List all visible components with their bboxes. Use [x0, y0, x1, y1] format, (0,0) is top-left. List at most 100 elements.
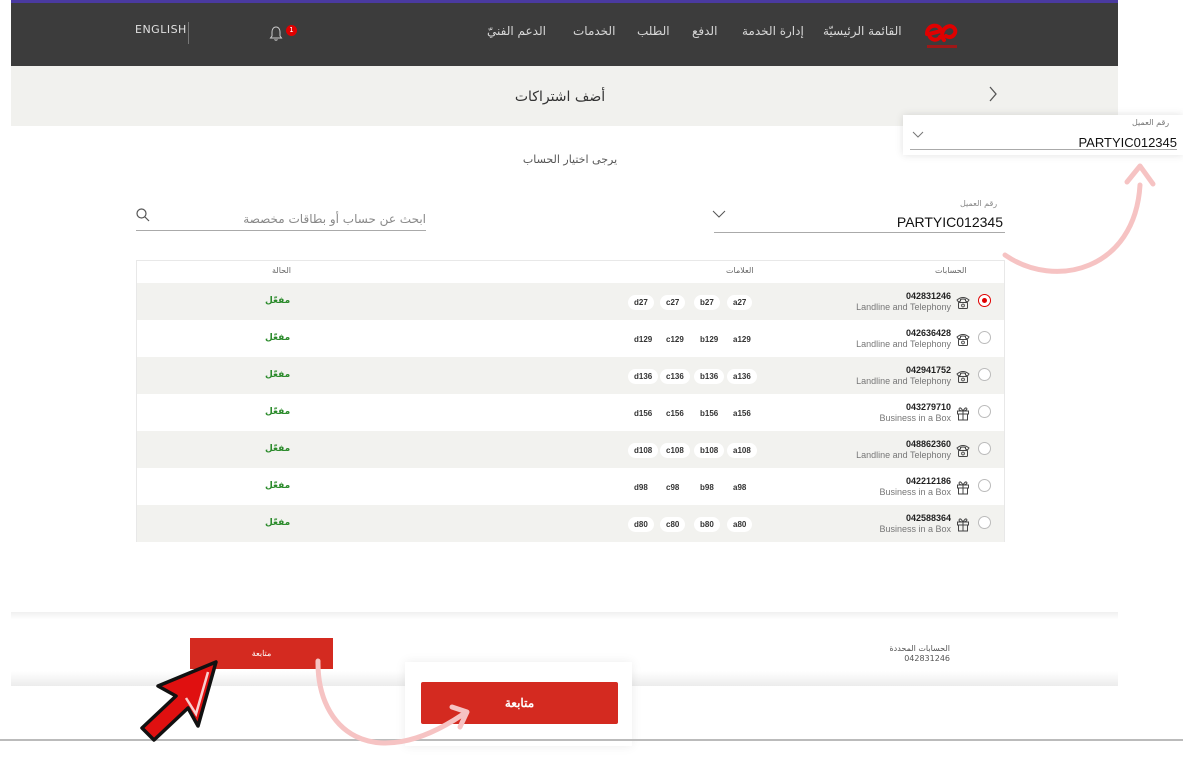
- tag-chip: a80: [727, 517, 753, 532]
- account-number: 043279710: [905, 402, 951, 412]
- tag-chip: c80: [660, 517, 686, 532]
- tag-chip: b108: [694, 443, 725, 458]
- status-badge: مفعّل: [265, 296, 291, 306]
- account-type: Business in a Box: [879, 524, 951, 534]
- callout-customer-label: رقم العميل: [1132, 118, 1170, 127]
- cursor-pointer-icon: [140, 660, 218, 742]
- gift-box-icon: [955, 479, 971, 495]
- table-row[interactable]: 042212186 Business in a Box a98 b98 c98 d98 مف…: [137, 468, 1004, 505]
- status-badge: مفعّل: [265, 481, 291, 491]
- account-type: Business in a Box: [879, 487, 951, 497]
- status-badge: مفعّل: [265, 333, 291, 343]
- tag-chip: d80: [628, 517, 654, 532]
- table-row[interactable]: 043279710 Business in a Box a156 b156 c156 d1…: [137, 394, 1004, 431]
- tag-chip: a98: [727, 480, 753, 495]
- account-type: Landline and Telephony: [856, 302, 951, 312]
- status-badge: مفعّل: [265, 518, 291, 528]
- account-type: Landline and Telephony: [856, 339, 951, 349]
- account-radio[interactable]: [978, 294, 991, 307]
- tag-chip: d98: [628, 480, 654, 495]
- tag-chip: a136: [727, 369, 757, 384]
- account-radio[interactable]: [978, 442, 991, 455]
- etisalat-logo[interactable]: [922, 14, 962, 54]
- nav-divider: [188, 22, 189, 44]
- chevron-down-icon[interactable]: [712, 210, 726, 219]
- account-number: 048862360: [905, 439, 951, 449]
- search-icon[interactable]: [136, 208, 150, 222]
- tag-chip: d27: [628, 295, 654, 310]
- notification-badge: 1: [286, 25, 297, 36]
- phone-icon: [955, 294, 971, 310]
- column-header-accounts: الحسابات: [935, 266, 967, 275]
- status-badge: مفعّل: [265, 407, 291, 417]
- callout-customer-value: PARTYIC012345: [1078, 135, 1177, 150]
- status-badge: مفعّل: [265, 370, 291, 380]
- nav-item-services[interactable]: الخدمات: [573, 24, 615, 38]
- account-radio[interactable]: [978, 368, 991, 381]
- tag-chip: b80: [694, 517, 720, 532]
- tag-chip: b156: [694, 406, 725, 421]
- account-radio[interactable]: [978, 331, 991, 344]
- nav-item-home[interactable]: القائمة الرئيسيّة: [823, 24, 902, 38]
- account-number: 042588364: [905, 513, 951, 523]
- search-underline: [136, 230, 426, 231]
- nav-item-support[interactable]: الدعم الفنيّ: [487, 24, 546, 38]
- tag-chip: c129: [660, 332, 690, 347]
- callout-underline: [910, 149, 1177, 150]
- customer-id-label: رقم العميل: [960, 199, 998, 208]
- gift-box-icon: [955, 405, 971, 421]
- nav-item-service-management[interactable]: إدارة الخدمة: [742, 24, 804, 38]
- account-type: Landline and Telephony: [856, 376, 951, 386]
- status-badge: مفعّل: [265, 444, 291, 454]
- table-row[interactable]: 042941752 Landline and Telephony a136 b136 c…: [137, 357, 1004, 394]
- account-number: 042831246: [905, 291, 951, 301]
- nav-item-payment[interactable]: الدفع: [692, 24, 717, 38]
- account-number: 042941752: [905, 365, 951, 375]
- chevron-down-icon: [912, 131, 924, 139]
- column-header-status: الحالة: [272, 266, 291, 275]
- tag-chip: d129: [628, 332, 659, 347]
- tag-chip: b98: [694, 480, 720, 495]
- phone-icon: [955, 442, 971, 458]
- page-title: أضف اشتراكات: [514, 89, 606, 105]
- language-switch[interactable]: ENGLISH: [135, 23, 187, 36]
- phone-icon: [955, 368, 971, 384]
- account-number: 042636428: [905, 328, 951, 338]
- search-input[interactable]: ابحث عن حساب أو بطاقات مخصصة: [240, 212, 426, 226]
- tag-chip: c156: [660, 406, 690, 421]
- account-radio[interactable]: [978, 479, 991, 492]
- gift-box-icon: [955, 516, 971, 532]
- selected-accounts-label: الحسابات المحددة: [889, 644, 950, 653]
- tag-chip: c136: [660, 369, 690, 384]
- page-subtitle: يرجى اختيار الحساب: [522, 153, 618, 166]
- bell-icon[interactable]: [269, 26, 283, 42]
- tag-chip: b129: [694, 332, 725, 347]
- tag-chip: d156: [628, 406, 659, 421]
- account-radio[interactable]: [978, 405, 991, 418]
- table-row[interactable]: 042588364 Business in a Box a80 b80 c80 d80 مف…: [137, 505, 1004, 542]
- tag-chip: a156: [727, 406, 757, 421]
- account-radio[interactable]: [978, 516, 991, 529]
- tag-chip: a129: [727, 332, 757, 347]
- tag-chip: a27: [727, 295, 753, 310]
- tag-chip: b27: [694, 295, 720, 310]
- phone-icon: [955, 331, 971, 347]
- tag-chip: d108: [628, 443, 659, 458]
- tag-chip: d136: [628, 369, 659, 384]
- tag-chip: c98: [660, 480, 686, 495]
- account-type: Business in a Box: [879, 413, 951, 423]
- table-row[interactable]: 048862360 Landline and Telephony a108 b108 c…: [137, 431, 1004, 468]
- chevron-right-icon[interactable]: [988, 85, 998, 103]
- customer-id-underline: [714, 232, 1005, 233]
- tag-chip: b136: [694, 369, 725, 384]
- tag-chip: c27: [660, 295, 686, 310]
- selected-accounts-value: 042831246: [904, 654, 950, 663]
- account-type: Landline and Telephony: [856, 450, 951, 460]
- customer-id-select[interactable]: PARTYIC012345: [840, 214, 1003, 230]
- nav-item-order[interactable]: الطلب: [637, 24, 670, 38]
- table-row[interactable]: 042831246 Landline and Telephony a27 b27 c27…: [137, 283, 1004, 320]
- table-row[interactable]: 042636428 Landline and Telephony a129 b129 c…: [137, 320, 1004, 357]
- tag-chip: c108: [660, 443, 690, 458]
- tag-chip: a108: [727, 443, 757, 458]
- account-number: 042212186: [905, 476, 951, 486]
